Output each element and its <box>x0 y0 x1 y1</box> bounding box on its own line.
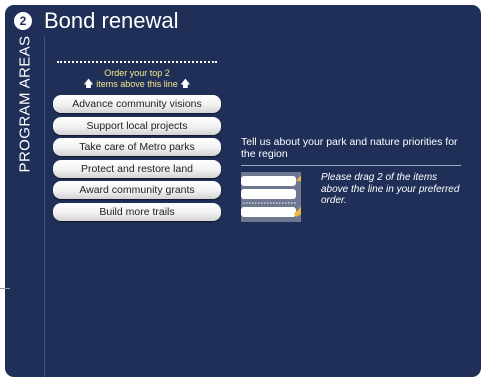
question-panel: 2 Bond renewal PROGRAM AREAS Order your … <box>5 5 481 377</box>
ranking-instruction: Order your top 2 🡅 items above this line… <box>53 68 221 90</box>
page-title: Bond renewal <box>44 8 179 33</box>
drag-hint-text: Please drag 2 of the items above the lin… <box>321 172 460 206</box>
question-prompt: Tell us about your park and nature prior… <box>241 136 465 222</box>
side-rail: PROGRAM AREAS <box>5 35 45 377</box>
selection-cutoff-line <box>57 61 217 63</box>
panel-header: 2 Bond renewal <box>5 5 481 37</box>
rank-item-advance-community-visions[interactable]: Advance community visions <box>53 95 221 113</box>
program-areas-label: PROGRAM AREAS <box>16 35 34 173</box>
drag-hint: Please drag 2 of the items above the lin… <box>241 172 465 222</box>
rank-item-protect-and-restore-land[interactable]: Protect and restore land <box>53 159 221 178</box>
up-arrow-icon: 🡅 <box>180 79 191 90</box>
page-edge-line <box>0 288 10 289</box>
rankable-item-list: Advance community visions Support local … <box>53 95 221 221</box>
question-divider <box>241 165 461 166</box>
rank-item-award-community-grants[interactable]: Award community grants <box>53 181 221 199</box>
ranking-widget: Order your top 2 🡅 items above this line… <box>53 59 221 224</box>
rank-item-take-care-of-metro-parks[interactable]: Take care of Metro parks <box>53 138 221 156</box>
drag-reorder-icon <box>241 172 301 222</box>
step-number-badge: 2 <box>14 12 32 30</box>
instruction-line-2: items above this line <box>96 79 178 89</box>
rank-item-build-more-trails[interactable]: Build more trails <box>53 202 221 221</box>
up-arrow-icon: 🡅 <box>83 79 94 90</box>
instruction-line-1: Order your top 2 <box>104 68 170 78</box>
question-text: Tell us about your park and nature prior… <box>241 136 458 160</box>
rank-item-support-local-projects[interactable]: Support local projects <box>53 116 221 135</box>
